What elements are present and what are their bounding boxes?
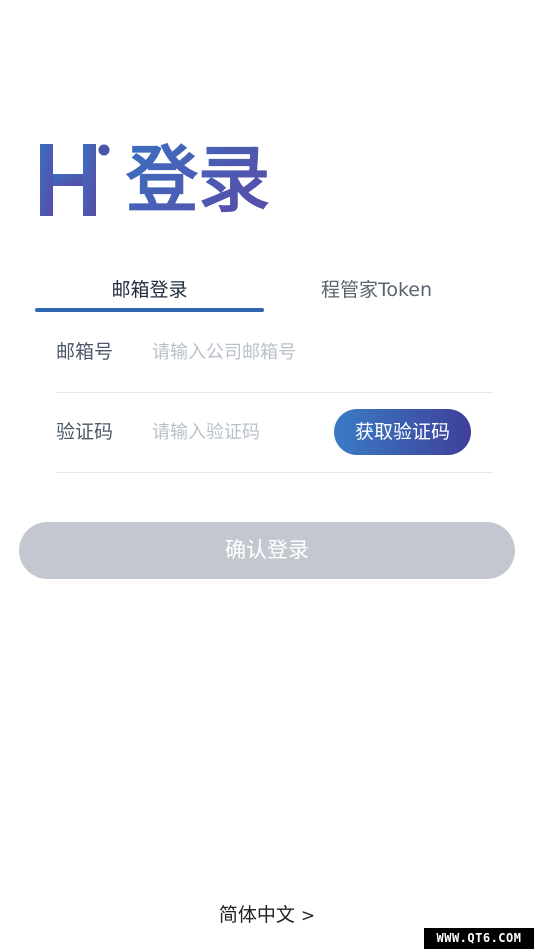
active-tab-indicator [35, 308, 264, 312]
code-row: 验证码 获取验证码 [56, 393, 493, 473]
page-title: 登录 [126, 138, 271, 222]
watermark: WWW.QT6.COM [424, 928, 534, 949]
login-tabs: 邮箱登录 程管家Token [35, 270, 495, 314]
logo-h-mark [40, 144, 110, 216]
email-row: 邮箱号 [56, 313, 493, 393]
email-input[interactable] [152, 335, 372, 369]
tab-token-login[interactable]: 程管家Token [264, 270, 489, 310]
code-label: 验证码 [56, 421, 114, 443]
confirm-login-button[interactable]: 确认登录 [19, 522, 515, 579]
language-label: 简体中文 [218, 904, 295, 926]
get-code-button[interactable]: 获取验证码 [334, 409, 471, 455]
tab-email-login[interactable]: 邮箱登录 [35, 270, 264, 310]
language-switch[interactable]: 简体中文 > [0, 900, 534, 927]
chevron-right-icon: > [300, 906, 316, 926]
verification-code-input[interactable] [152, 415, 322, 449]
email-label: 邮箱号 [56, 341, 114, 363]
